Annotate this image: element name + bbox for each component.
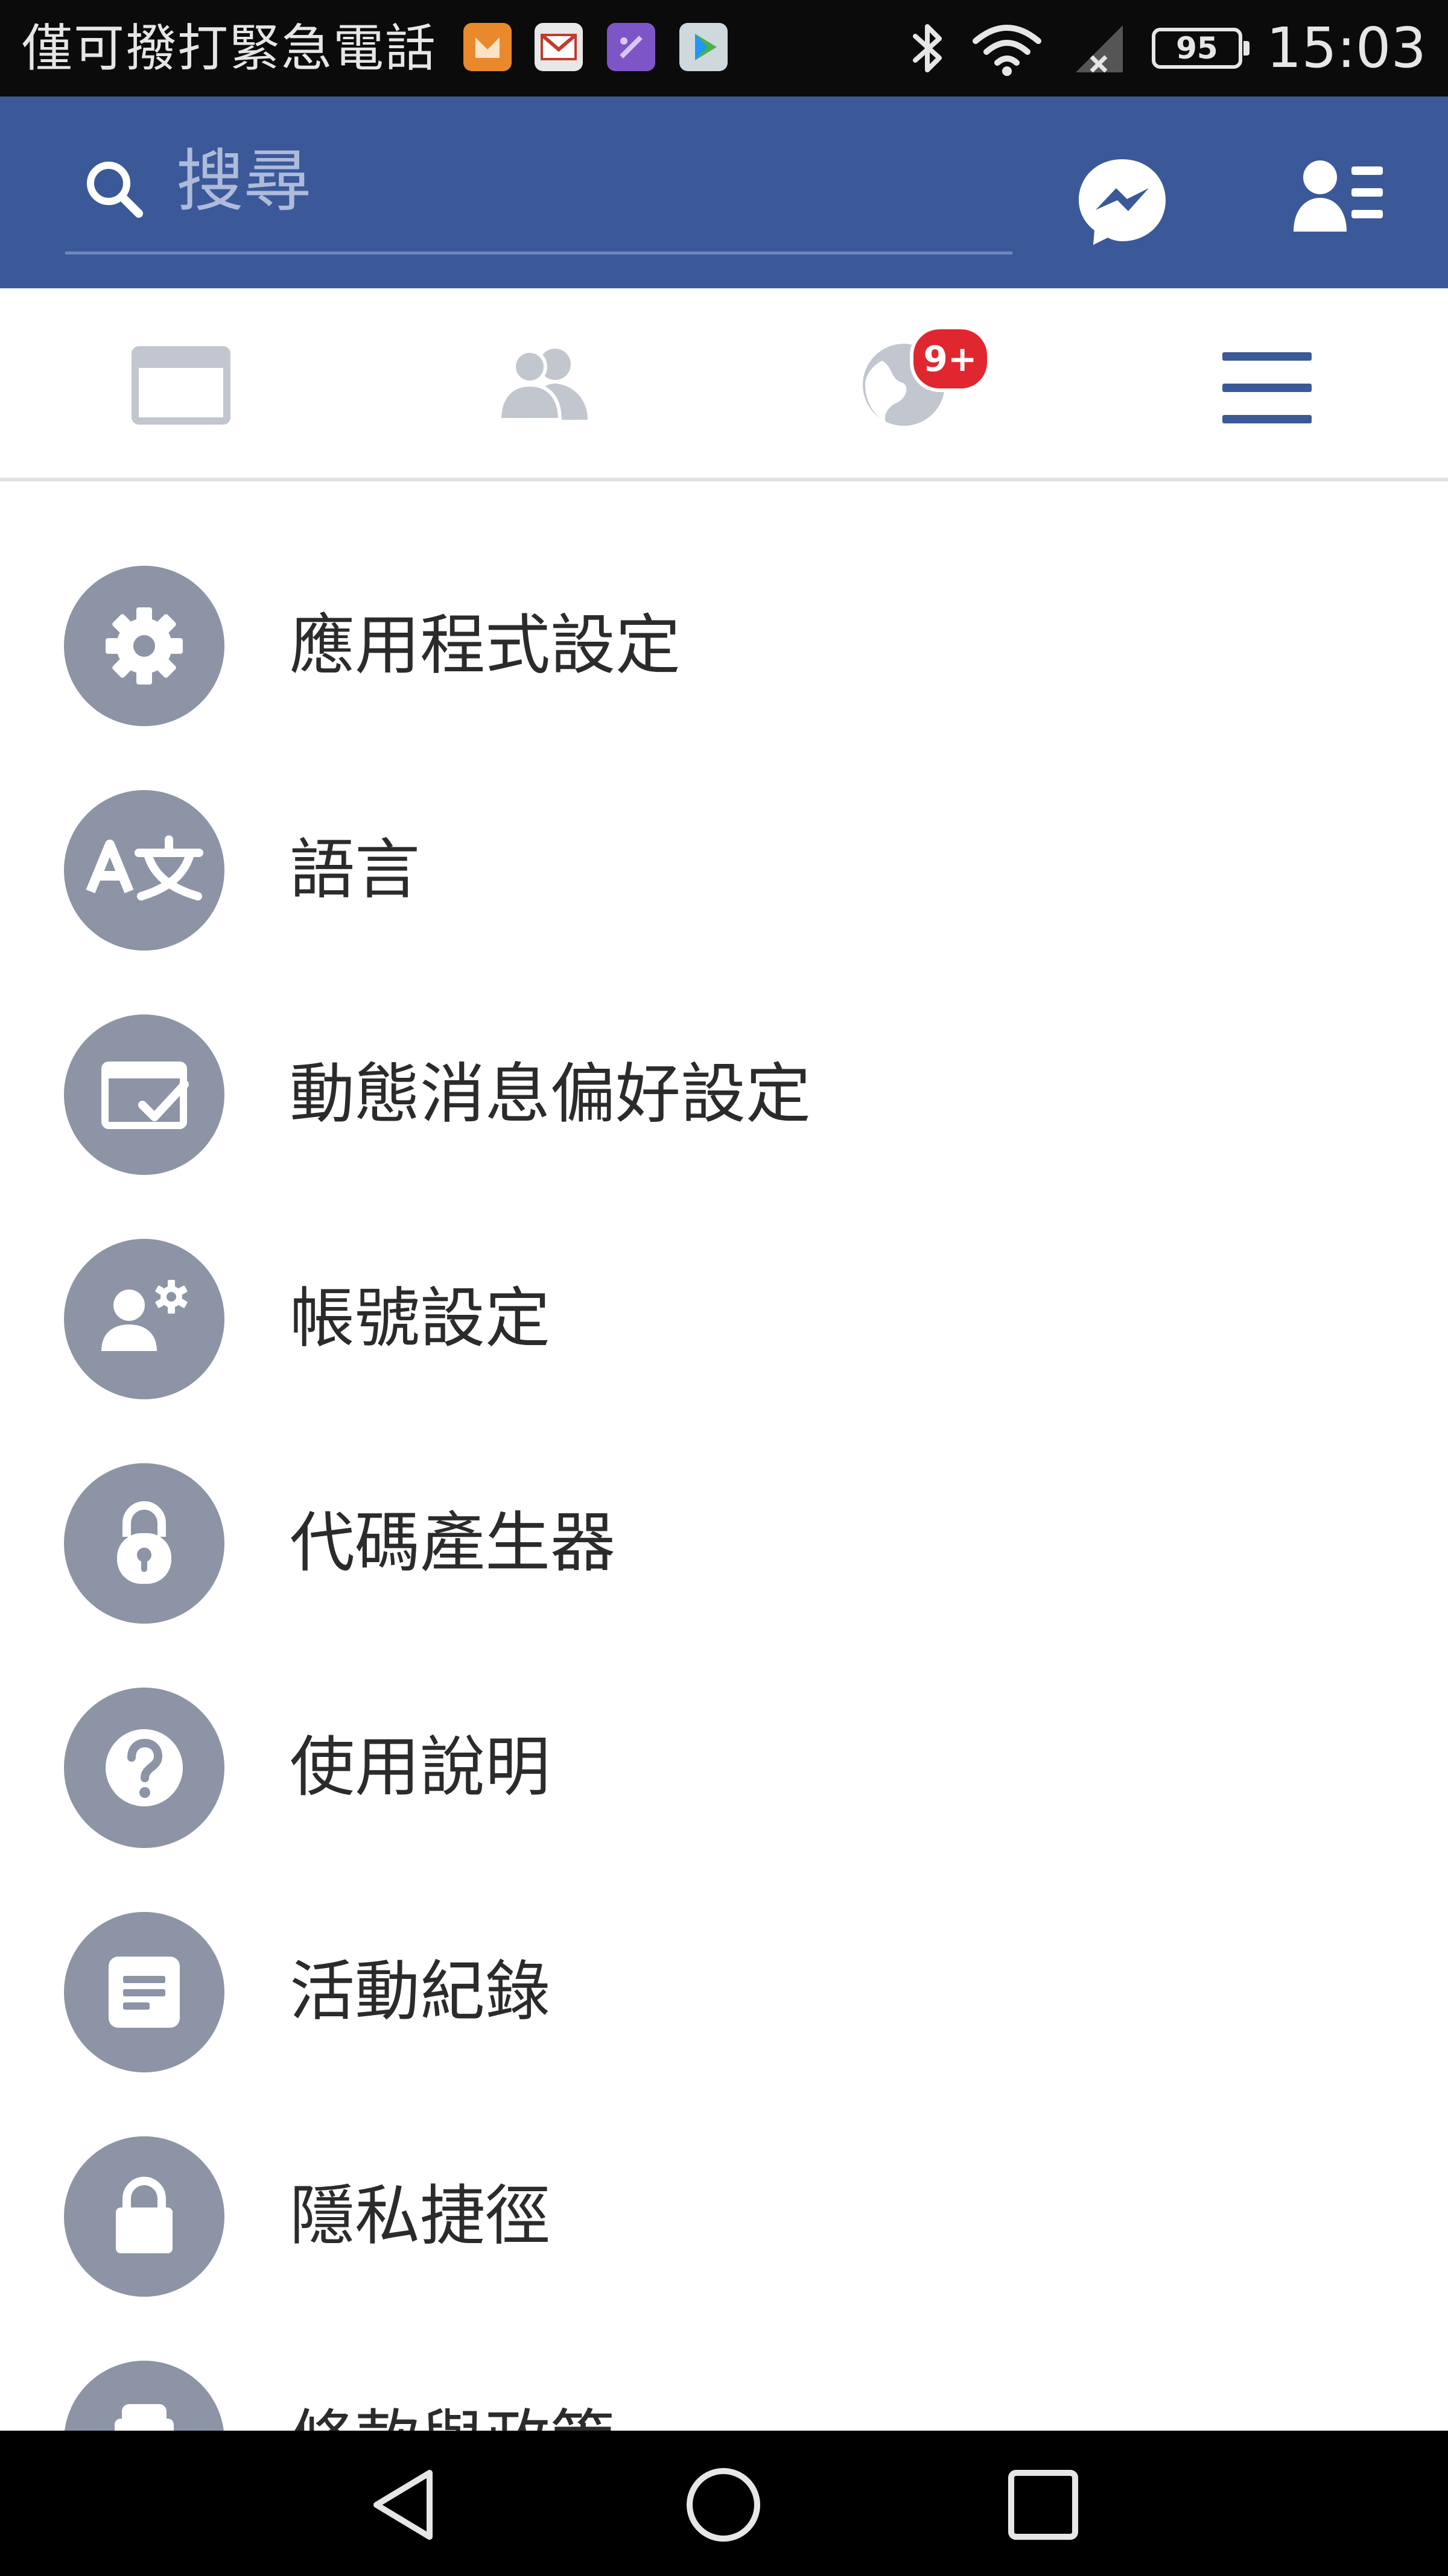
gmail-icon	[535, 23, 583, 71]
tab-menu[interactable]	[1086, 288, 1448, 481]
tab-friend-requests[interactable]	[362, 288, 724, 481]
menu-item-label: 語言	[290, 832, 421, 908]
play-store-icon	[679, 23, 728, 71]
menu-item-label: 動態消息偏好設定	[290, 1057, 811, 1132]
carrier-status-text: 僅可撥打緊急電話	[22, 19, 437, 78]
menu-item-label: 應用程式設定	[290, 608, 681, 683]
notifications-badge: 9+	[910, 326, 991, 392]
feed-preferences-icon	[64, 1014, 224, 1175]
tab-notifications[interactable]	[724, 288, 1086, 481]
settings-menu-list: 應用程式設定 語言 動態消息偏好設定 帳號設定 代碼產生器 使用說明 活動紀錄 …	[0, 481, 1448, 2431]
contacts-button[interactable]	[1291, 154, 1388, 245]
screen: 僅可撥打緊急電話 95 15:03 搜尋 9+ 應用程式設定 語言 動態消息偏好…	[0, 0, 1448, 2576]
privacy-lock-icon	[64, 2136, 224, 2297]
messenger-icon	[1079, 159, 1166, 245]
battery-level: 95	[1176, 31, 1218, 66]
cellular-signal-icon	[1067, 19, 1128, 77]
help-question-icon	[64, 1688, 224, 1848]
battery-indicator: 95	[1151, 28, 1250, 69]
recents-button[interactable]	[998, 2460, 1088, 2550]
tab-news-feed[interactable]	[0, 288, 362, 481]
bluetooth-icon	[910, 19, 947, 77]
search-icon	[87, 162, 143, 218]
code-generator-lock-icon	[64, 1463, 224, 1624]
contacts-list-icon	[1294, 160, 1383, 232]
home-button[interactable]	[678, 2460, 769, 2550]
menu-item-label: 代碼產生器	[290, 1505, 616, 1581]
menu-item-feed-preferences[interactable]: 動態消息偏好設定	[0, 930, 1448, 1175]
back-button[interactable]	[360, 2460, 450, 2550]
purple-app-icon	[607, 23, 655, 71]
messenger-button[interactable]	[1074, 152, 1170, 248]
back-icon	[373, 2470, 433, 2540]
clock: 15:03	[1266, 16, 1426, 80]
android-navigation-bar	[0, 2431, 1448, 2576]
status-bar: 僅可撥打緊急電話 95 15:03	[0, 0, 1448, 97]
friend-requests-icon	[497, 349, 588, 422]
top-header: 搜尋	[0, 97, 1448, 288]
activity-log-icon	[64, 1912, 224, 2072]
recents-icon	[1008, 2470, 1078, 2540]
home-icon	[687, 2468, 760, 2542]
gear-icon	[64, 566, 224, 726]
menu-item-label: 活動紀錄	[290, 1954, 551, 2030]
tab-bar: 9+	[0, 288, 1448, 481]
menu-item-app-settings[interactable]: 應用程式設定	[0, 481, 1448, 726]
search-placeholder: 搜尋	[176, 142, 311, 221]
menu-item-help[interactable]: 使用說明	[0, 1603, 1448, 1848]
menu-item-terms-policies[interactable]: 條款與政策	[0, 2276, 1448, 2431]
menu-item-privacy-shortcuts[interactable]: 隱私捷徑	[0, 2052, 1448, 2297]
menu-item-label: 使用說明	[290, 1730, 551, 1805]
orange-app-icon	[463, 23, 512, 71]
system-status-icons: 95 15:03	[910, 11, 1426, 86]
menu-item-label: 隱私捷徑	[290, 2179, 551, 2254]
menu-item-label: 帳號設定	[290, 1281, 551, 1356]
menu-icon	[1222, 352, 1312, 423]
news-feed-icon	[132, 346, 230, 425]
menu-item-activity-log[interactable]: 活動紀錄	[0, 1828, 1448, 2072]
menu-item-code-generator[interactable]: 代碼產生器	[0, 1379, 1448, 1624]
menu-item-language[interactable]: 語言	[0, 706, 1448, 951]
menu-item-label: 條款與政策	[290, 2400, 615, 2431]
menu-item-account-settings[interactable]: 帳號設定	[0, 1154, 1448, 1399]
account-settings-icon	[64, 1239, 224, 1399]
translate-icon	[64, 790, 224, 951]
search-input[interactable]: 搜尋	[65, 97, 1012, 255]
policy-icon	[64, 2361, 224, 2431]
wifi-icon	[971, 19, 1043, 77]
